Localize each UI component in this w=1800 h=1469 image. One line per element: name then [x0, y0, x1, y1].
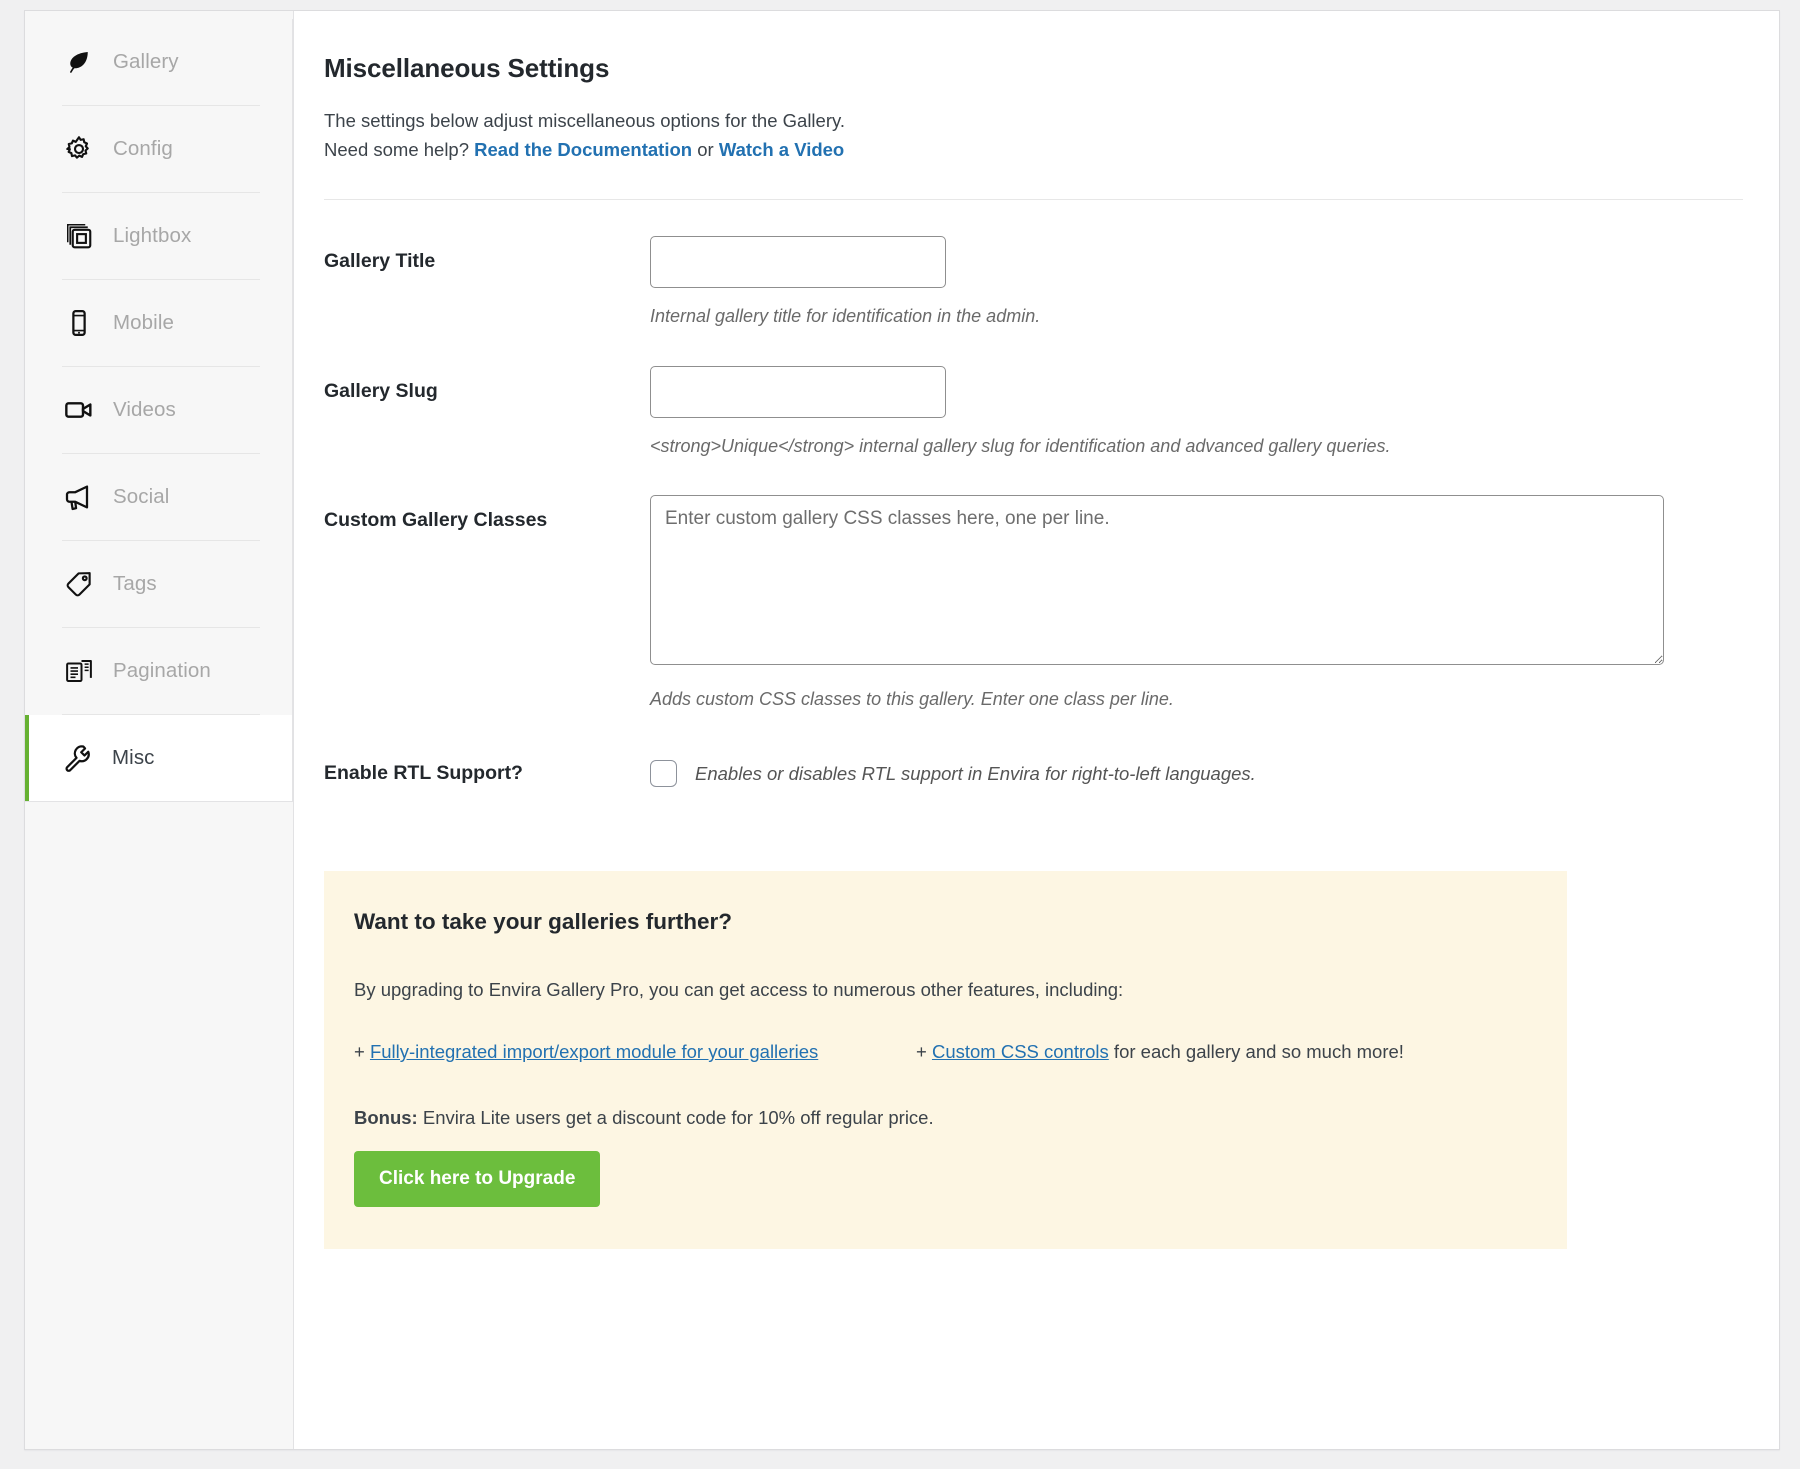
video-icon — [62, 393, 96, 427]
gallery-slug-label: Gallery Slug — [324, 366, 650, 403]
bonus-label: Bonus: — [354, 1107, 418, 1128]
page-title: Miscellaneous Settings — [324, 53, 1743, 84]
feature-two-tail: for each gallery and so much more! — [1109, 1041, 1404, 1062]
sidebar-item-label: Gallery — [113, 50, 179, 74]
sidebar-item-config[interactable]: Config — [25, 106, 292, 192]
sidebar-item-label: Mobile — [113, 311, 174, 335]
sidebar-item-label: Social — [113, 485, 169, 509]
sidebar-item-mobile[interactable]: Mobile — [25, 280, 292, 366]
settings-main-panel: Miscellaneous Settings The settings belo… — [294, 11, 1779, 1449]
banner-lead: By upgrading to Envira Gallery Pro, you … — [354, 979, 1537, 1001]
envira-settings-window: Gallery Config Lightbox Mobile Videos Social T… — [24, 10, 1780, 1450]
custom-classes-label: Custom Gallery Classes — [324, 495, 650, 532]
sidebar-item-lightbox[interactable]: Lightbox — [25, 193, 292, 279]
gallery-title-help: Internal gallery title for identificatio… — [650, 304, 1743, 329]
watch-video-link[interactable]: Watch a Video — [719, 139, 844, 160]
layers-icon — [62, 219, 96, 253]
leaf-icon — [62, 45, 96, 79]
pagination-icon — [62, 654, 96, 688]
sidebar-item-gallery[interactable]: Gallery — [25, 19, 292, 105]
megaphone-icon — [62, 480, 96, 514]
help-prefix: Need some help? — [324, 139, 474, 160]
page-description: The settings below adjust miscellaneous … — [324, 106, 1743, 164]
gallery-slug-row: Gallery Slug <strong>Unique</strong> int… — [324, 330, 1743, 459]
settings-sidebar: Gallery Config Lightbox Mobile Videos Social T… — [25, 11, 294, 1449]
gallery-title-label: Gallery Title — [324, 236, 650, 273]
sidebar-item-social[interactable]: Social — [25, 454, 292, 540]
custom-classes-row: Custom Gallery Classes Adds custom CSS c… — [324, 459, 1743, 712]
sidebar-nav-list: Gallery Config Lightbox Mobile Videos Social T… — [25, 19, 293, 802]
sidebar-item-pagination[interactable]: Pagination — [25, 628, 292, 714]
rtl-support-checkbox[interactable] — [650, 760, 677, 787]
sidebar-item-label: Lightbox — [113, 224, 191, 248]
sidebar-item-label: Tags — [113, 572, 157, 596]
banner-feature-two: + Custom CSS controls for each gallery a… — [916, 1041, 1404, 1063]
help-or: or — [692, 139, 719, 160]
banner-feature-one: + Fully-integrated import/export module … — [354, 1041, 916, 1063]
gallery-title-row: Gallery Title Internal gallery title for… — [324, 200, 1743, 329]
gear-icon — [62, 132, 96, 166]
feature-two-plus: + — [916, 1041, 932, 1062]
sidebar-item-tags[interactable]: Tags — [25, 541, 292, 627]
rtl-support-row: Enable RTL Support? Enables or disables … — [324, 712, 1743, 787]
banner-heading: Want to take your galleries further? — [354, 909, 1537, 935]
sidebar-item-misc[interactable]: Misc — [24, 715, 292, 801]
sidebar-item-label: Pagination — [113, 659, 211, 683]
tag-icon — [62, 567, 96, 601]
rtl-support-label: Enable RTL Support? — [324, 748, 650, 785]
sidebar-item-label: Videos — [113, 398, 176, 422]
gallery-title-input[interactable] — [650, 236, 946, 288]
sidebar-item-label: Misc — [112, 746, 155, 770]
gallery-slug-help: <strong>Unique</strong> internal gallery… — [650, 434, 1743, 459]
mobile-icon — [62, 306, 96, 340]
upgrade-banner: Want to take your galleries further? By … — [324, 871, 1567, 1249]
custom-classes-textarea[interactable] — [650, 495, 1664, 665]
feature-one-plus: + — [354, 1041, 370, 1062]
banner-feature-list: + Fully-integrated import/export module … — [354, 1041, 1537, 1063]
upgrade-button[interactable]: Click here to Upgrade — [354, 1151, 600, 1207]
read-documentation-link[interactable]: Read the Documentation — [474, 139, 692, 160]
sidebar-item-label: Config — [113, 137, 173, 161]
import-export-link[interactable]: Fully-integrated import/export module fo… — [370, 1041, 818, 1062]
custom-css-link[interactable]: Custom CSS controls — [932, 1041, 1109, 1062]
banner-bonus: Bonus: Envira Lite users get a discount … — [354, 1107, 1537, 1129]
wrench-icon — [61, 741, 95, 775]
rtl-support-help: Enables or disables RTL support in Envir… — [695, 763, 1256, 785]
sidebar-item-videos[interactable]: Videos — [25, 367, 292, 453]
bonus-text: Envira Lite users get a discount code fo… — [418, 1107, 934, 1128]
custom-classes-help: Adds custom CSS classes to this gallery.… — [650, 687, 1743, 712]
gallery-slug-input[interactable] — [650, 366, 946, 418]
description-line: The settings below adjust miscellaneous … — [324, 110, 845, 131]
